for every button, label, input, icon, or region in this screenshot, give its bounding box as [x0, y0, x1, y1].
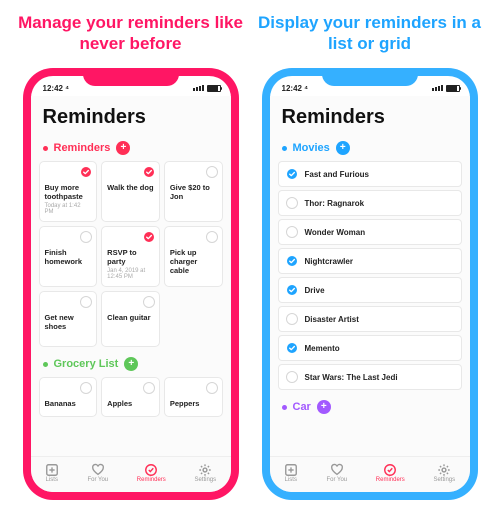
reminder-card[interactable]: Buy more toothpaste Today at 1:42 PM — [39, 161, 98, 222]
tab-lists[interactable]: Lists — [284, 463, 298, 483]
tab-settings[interactable]: Settings — [194, 463, 216, 483]
checkbox-icon[interactable] — [206, 166, 218, 178]
section-title: Car — [293, 401, 311, 413]
section-dot-icon — [43, 146, 48, 151]
checkbox-icon[interactable] — [286, 371, 298, 383]
reminder-card[interactable]: Get new shoes — [39, 291, 98, 347]
checkbox-icon[interactable] — [80, 231, 92, 243]
battery-icon — [207, 85, 221, 92]
app-title: Reminders — [270, 96, 470, 137]
phone-frame-left: 12:42 ⁴ Reminders Reminders + — [23, 68, 239, 500]
section-car: Car + — [270, 396, 470, 420]
promo-panel-left: Manage your reminders like never before … — [18, 12, 243, 500]
checkbox-icon[interactable] — [80, 382, 92, 394]
checkbox-icon[interactable] — [286, 197, 298, 209]
app-title: Reminders — [31, 96, 231, 137]
tab-for-you[interactable]: For You — [87, 463, 108, 483]
checkbox-icon[interactable] — [143, 382, 155, 394]
checkbox-icon[interactable] — [206, 231, 218, 243]
signal-icon — [432, 85, 443, 91]
section-title: Reminders — [54, 142, 111, 154]
reminder-card[interactable]: Peppers — [164, 377, 223, 417]
reminder-card[interactable]: Finish homework — [39, 226, 98, 287]
tab-reminders[interactable]: Reminders — [376, 463, 405, 483]
status-indicators — [432, 85, 460, 92]
phone-screen-right: 12:42 ⁴ Reminders Movies + — [270, 76, 470, 492]
checkbox-icon[interactable] — [286, 313, 298, 325]
headline-left: Manage your reminders like never before — [18, 12, 243, 60]
add-button[interactable]: + — [317, 400, 331, 414]
checkbox-icon[interactable] — [286, 284, 298, 296]
reminder-card[interactable]: Walk the dog — [101, 161, 160, 222]
reminder-card[interactable]: Clean guitar — [101, 291, 160, 347]
reminder-row[interactable]: Star Wars: The Last Jedi — [278, 364, 462, 390]
heart-icon — [330, 463, 344, 477]
headline-right: Display your reminders in a list or grid — [257, 12, 482, 60]
section-title: Movies — [293, 142, 330, 154]
plus-square-icon — [284, 463, 298, 477]
checkbox-icon[interactable] — [286, 168, 298, 180]
section-dot-icon — [43, 362, 48, 367]
gear-icon — [198, 463, 212, 477]
gear-icon — [437, 463, 451, 477]
check-circle-icon — [383, 463, 397, 477]
tab-lists[interactable]: Lists — [45, 463, 59, 483]
checkbox-icon[interactable] — [286, 226, 298, 238]
checkbox-icon[interactable] — [143, 231, 155, 243]
reminder-row[interactable]: Disaster Artist — [278, 306, 462, 332]
status-time: 12:42 ⁴ — [282, 84, 309, 93]
tab-bar: Lists For You Reminders Settings — [31, 456, 231, 492]
promo-panel-right: Display your reminders in a list or grid… — [257, 12, 482, 500]
checkbox-icon[interactable] — [286, 342, 298, 354]
checkbox-icon[interactable] — [286, 255, 298, 267]
checkbox-icon[interactable] — [80, 296, 92, 308]
section-title: Grocery List — [54, 358, 119, 370]
tab-bar: Lists For You Reminders Settings — [270, 456, 470, 492]
section-movies: Movies + Fast and Furious Thor: Ragnarok — [270, 137, 470, 396]
section-header[interactable]: Movies + — [278, 137, 462, 161]
section-header[interactable]: Car + — [278, 396, 462, 420]
section-reminders: Reminders + Buy more toothpaste Today at… — [31, 137, 231, 353]
checkbox-icon[interactable] — [206, 382, 218, 394]
check-circle-icon — [144, 463, 158, 477]
phone-notch — [83, 68, 179, 86]
heart-icon — [91, 463, 105, 477]
reminder-row[interactable]: Fast and Furious — [278, 161, 462, 187]
reminder-card[interactable]: RSVP to party Jan 4, 2019 at 12:45 PM — [101, 226, 160, 287]
battery-icon — [446, 85, 460, 92]
reminder-row[interactable]: Memento — [278, 335, 462, 361]
checkbox-icon[interactable] — [143, 296, 155, 308]
section-dot-icon — [282, 146, 287, 151]
reminder-card[interactable]: Give $20 to Jon — [164, 161, 223, 222]
phone-notch — [322, 68, 418, 86]
reminder-card[interactable]: Pick up charger cable — [164, 226, 223, 287]
phone-screen-left: 12:42 ⁴ Reminders Reminders + — [31, 76, 231, 492]
add-button[interactable]: + — [116, 141, 130, 155]
section-dot-icon — [282, 405, 287, 410]
section-grocery: Grocery List + Bananas Apples — [31, 353, 231, 423]
section-header[interactable]: Grocery List + — [39, 353, 223, 377]
signal-icon — [193, 85, 204, 91]
plus-square-icon — [45, 463, 59, 477]
reminder-row[interactable]: Nightcrawler — [278, 248, 462, 274]
reminder-row[interactable]: Drive — [278, 277, 462, 303]
tab-for-you[interactable]: For You — [326, 463, 347, 483]
section-header[interactable]: Reminders + — [39, 137, 223, 161]
reminder-card[interactable]: Bananas — [39, 377, 98, 417]
status-indicators — [193, 85, 221, 92]
add-button[interactable]: + — [336, 141, 350, 155]
phone-frame-right: 12:42 ⁴ Reminders Movies + — [262, 68, 478, 500]
reminder-row[interactable]: Wonder Woman — [278, 219, 462, 245]
reminder-row[interactable]: Thor: Ragnarok — [278, 190, 462, 216]
tab-reminders[interactable]: Reminders — [137, 463, 166, 483]
status-time: 12:42 ⁴ — [43, 84, 70, 93]
tab-settings[interactable]: Settings — [433, 463, 455, 483]
checkbox-icon[interactable] — [143, 166, 155, 178]
checkbox-icon[interactable] — [80, 166, 92, 178]
add-button[interactable]: + — [124, 357, 138, 371]
reminder-card[interactable]: Apples — [101, 377, 160, 417]
